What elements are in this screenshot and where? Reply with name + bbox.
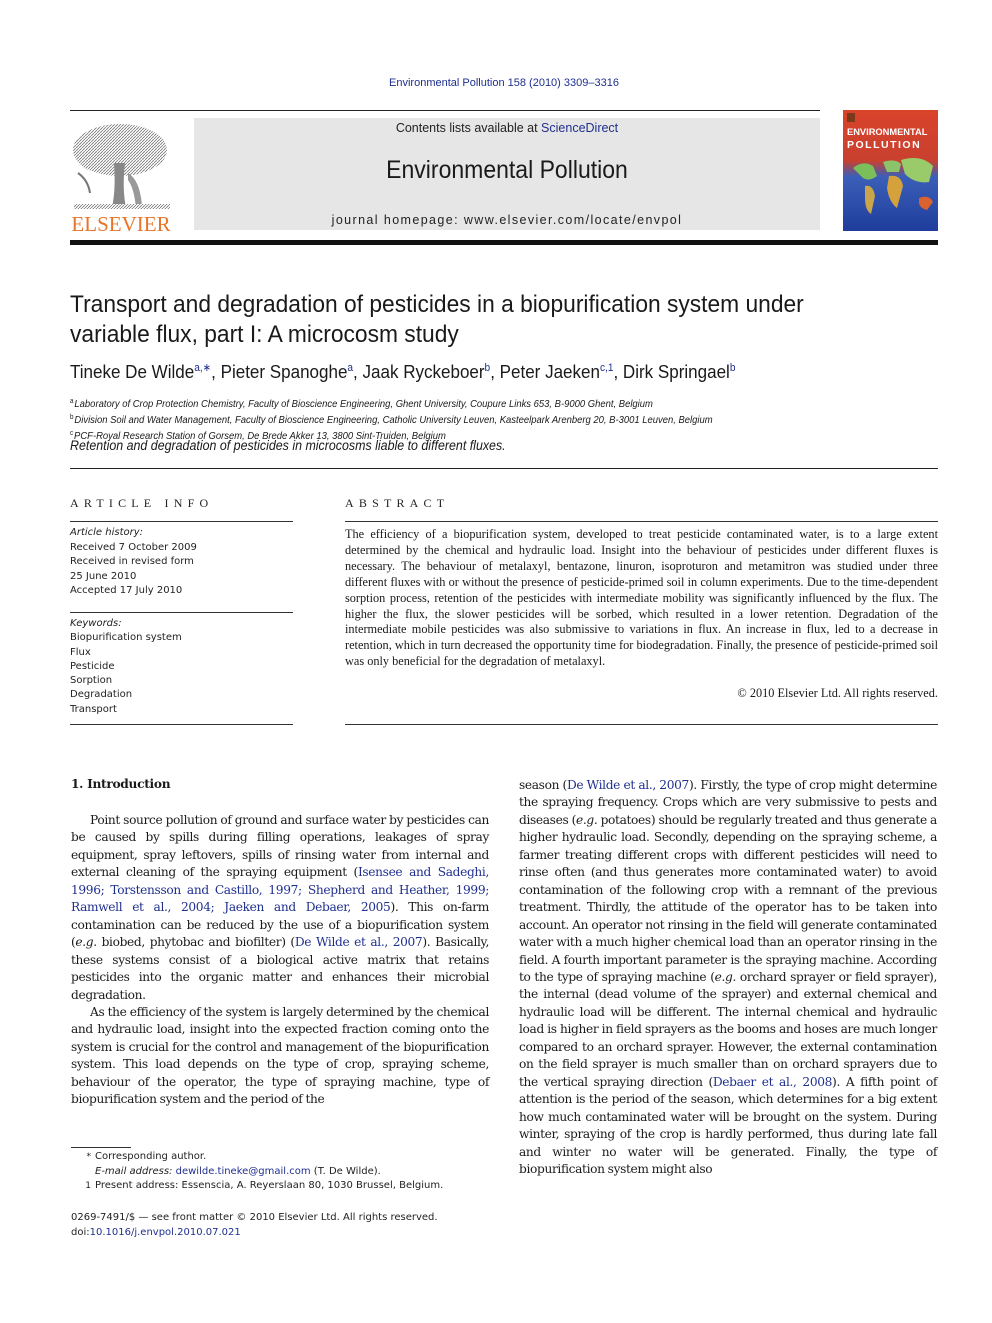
author-separator: , [211, 361, 221, 382]
affiliations: aLaboratory of Crop Protection Chemistry… [70, 395, 862, 443]
citation-link[interactable]: De Wilde et al., 2007 [567, 778, 689, 792]
body-paragraph: As the efficiency of the system is large… [71, 1004, 489, 1109]
article-title-line-1: Transport and degradation of pesticides … [70, 291, 804, 318]
author-separator: , [613, 361, 623, 382]
affiliation-item: aLaboratory of Crop Protection Chemistry… [70, 395, 862, 411]
article-highlight: Retention and degradation of pesticides … [70, 438, 506, 453]
page-footer: 0269-7491/$ — see front matter © 2010 El… [71, 1211, 438, 1240]
author-name[interactable]: Dirk Springael [623, 361, 730, 382]
elsevier-tree-icon: ELSEVIER [71, 124, 171, 236]
body-paragraph: season (De Wilde et al., 2007). Firstly,… [519, 777, 937, 1178]
journal-citation-link[interactable]: Environmental Pollution 158 (2010) 3309–… [0, 77, 992, 89]
keywords-label: Keywords: [70, 618, 122, 629]
author-name[interactable]: Pieter Spanoghe [221, 361, 348, 382]
history-item: Received 7 October 2009 [70, 541, 197, 553]
article-title-line-2: variable flux, part I: A microcosm study [70, 321, 459, 348]
header-thick-rule [70, 240, 938, 245]
keyword-item: Pesticide [70, 660, 115, 672]
doi-link[interactable]: 10.1016/j.envpol.2010.07.021 [90, 1227, 241, 1238]
citation-link[interactable]: Debaer et al., 2008 [713, 1075, 833, 1089]
keyword-item: Degradation [70, 689, 133, 701]
body-text: orchard sprayer or field sprayer), the i… [519, 969, 937, 1089]
title-block-rule [70, 468, 938, 469]
author-list: Tineke De Wildea,∗, Pieter Spanoghea, Ja… [70, 361, 735, 383]
keyword-item: Sorption [70, 675, 113, 687]
article-info-rule [70, 521, 293, 522]
author-separator: , [490, 361, 500, 382]
abstract-heading: ABSTRACT [345, 496, 450, 510]
journal-cover-image[interactable]: ENVIRONMENTAL POLLUTION [843, 110, 938, 231]
footnote-email: E-mail address: dewilde.tineke@gmail.com… [71, 1165, 443, 1180]
author-name[interactable]: Peter Jaeken [500, 361, 600, 382]
article-history-label: Article history: [70, 527, 144, 538]
affiliation-text: Division Soil and Water Management, Facu… [74, 414, 713, 426]
author-affiliation-mark[interactable]: b [730, 362, 736, 374]
doi-line: doi:10.1016/j.envpol.2010.07.021 [71, 1226, 438, 1241]
doi-prefix: doi: [71, 1226, 90, 1238]
abstract-text: The efficiency of a biopurification syst… [345, 527, 938, 669]
body-text: biobed, phytobac and biofilter) ( [96, 935, 296, 950]
footnote-text: (T. De Wilde). [310, 1165, 381, 1177]
body-text: potatoes) should be regularly treated an… [519, 812, 937, 984]
email-label: E-mail address: [95, 1165, 173, 1177]
cover-world-map-icon: ENVIRONMENTAL POLLUTION [843, 110, 938, 231]
author-separator: , [353, 361, 363, 382]
footnote-mark: * [86, 1152, 92, 1162]
body-text: season ( [519, 778, 567, 792]
abstract-rule [345, 521, 938, 522]
abstract-rule [345, 724, 938, 725]
citation-link[interactable]: De Wilde et al., 2007 [295, 935, 423, 949]
affiliation-mark: c [70, 430, 74, 437]
author-name[interactable]: Jaak Ryckeboer [363, 361, 485, 382]
footnote-text: Corresponding author. [95, 1151, 207, 1162]
elsevier-wordmark: ELSEVIER [71, 212, 170, 234]
cover-title-1: ENVIRONMENTAL [847, 127, 928, 137]
footnote-text: Present address: Essenscia, A. Reyerslaa… [95, 1180, 444, 1191]
body-text-italic: e.g. [75, 935, 97, 950]
affiliation-text: Laboratory of Crop Protection Chemistry,… [74, 398, 653, 410]
elsevier-logo[interactable]: ELSEVIER [70, 118, 172, 236]
history-item: 25 June 2010 [70, 570, 137, 582]
body-text: ). A fifth point of attention is the per… [519, 1074, 938, 1176]
body-text-italic: e.g. [714, 969, 737, 984]
keyword-item: Biopurification system [70, 632, 182, 644]
footnotes: * Corresponding author. E-mail address: d… [71, 1150, 443, 1194]
header-top-rule [70, 110, 820, 111]
contents-prefix: Contents lists available at [395, 121, 542, 135]
article-info-heading: ARTICLE INFO [70, 496, 214, 510]
journal-homepage-link[interactable]: journal homepage: www.elsevier.com/locat… [194, 213, 820, 227]
abstract-copyright: © 2010 Elsevier Ltd. All rights reserved… [737, 686, 938, 700]
body-column-left: Point source pollution of ground and sur… [71, 795, 489, 1109]
history-item: Accepted 17 July 2010 [70, 585, 183, 596]
body-column-right: season (De Wilde et al., 2007). Firstly,… [519, 777, 937, 1178]
footnote-present-address: 1 Present address: Essenscia, A. Reyersla… [71, 1179, 443, 1194]
footnote-rule [71, 1147, 131, 1148]
body-text-italic: e.g. [576, 812, 598, 827]
keyword-item: Flux [70, 646, 91, 658]
issn-line: 0269-7491/$ — see front matter © 2010 El… [71, 1212, 438, 1223]
keyword-item: Transport [70, 703, 117, 715]
body-paragraph: Point source pollution of ground and sur… [71, 812, 489, 1004]
cover-title-2: POLLUTION [847, 139, 921, 151]
article-history: Article history: Received 7 October 2009… [70, 526, 197, 599]
author-name[interactable]: Tineke De Wilde [70, 361, 194, 382]
sciencedirect-link[interactable]: ScienceDirect [541, 121, 618, 135]
affiliation-item: bDivision Soil and Water Management, Fac… [70, 411, 862, 427]
affiliation-mark: b [70, 414, 74, 421]
keywords: Keywords: Biopurification system Flux Pe… [70, 617, 182, 717]
affiliation-mark: a [70, 398, 74, 405]
history-item: Received in revised form [70, 556, 194, 567]
footnote-corresponding: * Corresponding author. [71, 1150, 443, 1165]
body-text: As the efficiency of the system is large… [71, 1004, 489, 1107]
section-heading-introduction: 1. Introduction [71, 777, 171, 791]
article-info-rule [70, 612, 293, 613]
article-info-rule [70, 724, 293, 725]
contents-line: Contents lists available at ScienceDirec… [194, 121, 820, 135]
journal-title: Environmental Pollution [386, 156, 628, 184]
author-affiliation-mark[interactable]: a,∗ [194, 362, 211, 374]
email-link[interactable]: dewilde.tineke@gmail.com [176, 1166, 311, 1177]
author-affiliation-mark[interactable]: c,1 [600, 362, 614, 374]
footnote-mark: 1 [85, 1181, 91, 1191]
article-title: Transport and degradation of pesticides … [70, 290, 870, 350]
